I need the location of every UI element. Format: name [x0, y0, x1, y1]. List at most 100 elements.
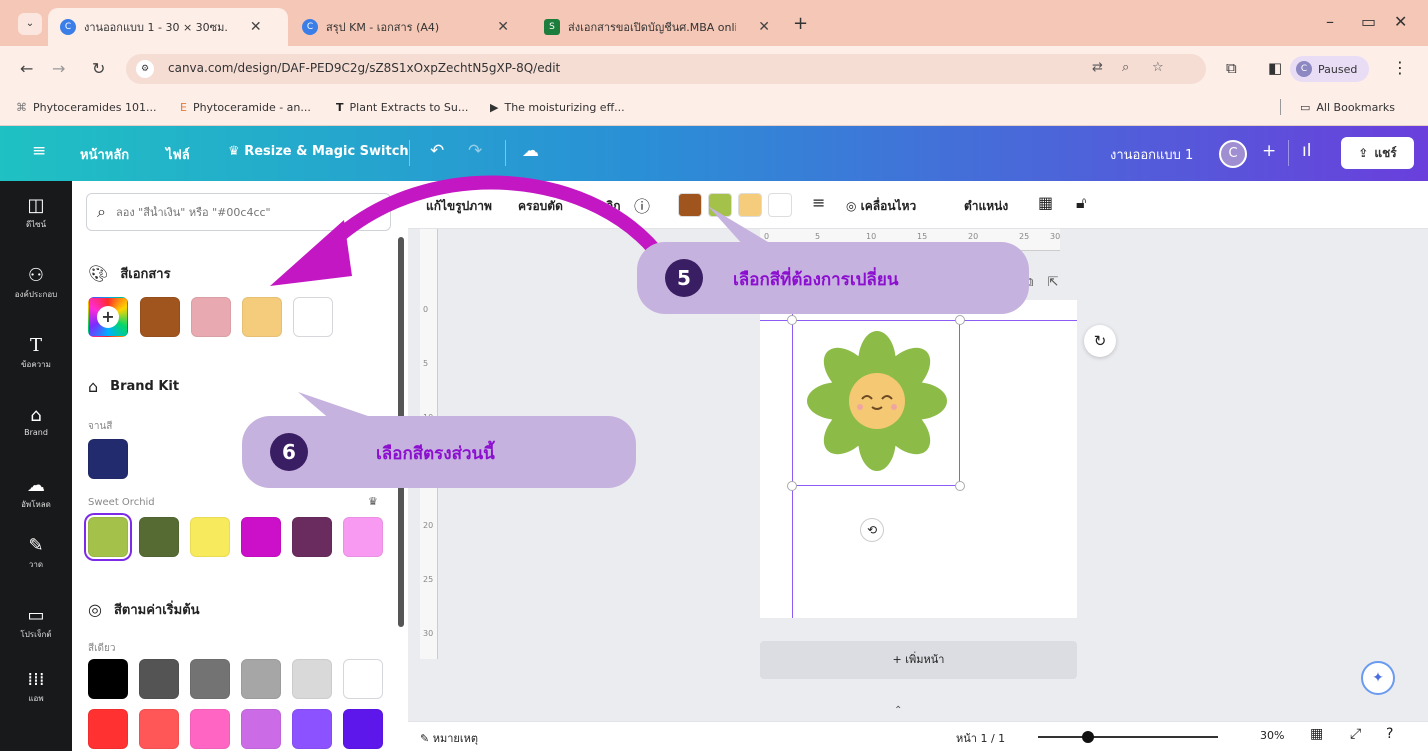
file-menu[interactable]: ไฟล์: [166, 144, 190, 165]
tab-design[interactable]: C งานออกแบบ 1 - 30 × 30ซม. ✕: [48, 8, 288, 46]
color-search-input[interactable]: [115, 205, 356, 219]
edit-image-button[interactable]: แก้ไขรูปภาพ: [426, 197, 492, 216]
resize-button[interactable]: ♛ Resize & Magic Switch: [228, 144, 409, 159]
color-swatch[interactable]: [241, 709, 281, 749]
share-button[interactable]: ⇪ แชร์: [1341, 137, 1414, 169]
rail-item-projects[interactable]: ▭ โปรเจ็กต์: [0, 605, 72, 641]
color-swatch[interactable]: [88, 709, 128, 749]
url-omnibox[interactable]: ⚙ canva.com/design/DAF-PED9C2g/sZ8S1xOxp…: [126, 54, 1206, 84]
notes-button[interactable]: ✎ หมายเหตุ: [420, 729, 478, 747]
color-swatch[interactable]: [191, 297, 231, 337]
close-tab-icon[interactable]: ✕: [250, 19, 262, 35]
toolbar-color-swatch[interactable]: [768, 193, 792, 217]
forward-arrow-icon[interactable]: →: [52, 59, 65, 78]
translate-icon[interactable]: ⇄: [1092, 60, 1103, 75]
rail-item-apps[interactable]: ⁞⁞⁞ แอพ: [0, 669, 72, 705]
grid-view-icon[interactable]: ▦: [1310, 726, 1323, 742]
insights-chart-icon[interactable]: ıl: [1302, 141, 1311, 161]
color-swatch[interactable]: [292, 517, 332, 557]
zoom-level[interactable]: 30%: [1260, 729, 1284, 742]
color-swatch[interactable]: [190, 709, 230, 749]
rail-item-design[interactable]: ◫ ดีไซน์: [0, 195, 72, 231]
color-swatch[interactable]: [88, 659, 128, 699]
color-swatch[interactable]: [292, 709, 332, 749]
color-search[interactable]: ⌕: [86, 193, 391, 231]
site-info-icon[interactable]: ⚙: [136, 60, 154, 78]
resize-handle[interactable]: [955, 315, 965, 325]
color-swatch[interactable]: [139, 659, 179, 699]
bookmark-item[interactable]: E Phytoceramide - an...: [180, 101, 311, 114]
user-avatar[interactable]: C: [1219, 140, 1247, 168]
add-page-button[interactable]: + เพิ่มหน้า: [760, 641, 1077, 679]
color-swatch[interactable]: [241, 659, 281, 699]
color-swatch[interactable]: [139, 517, 179, 557]
restore-icon[interactable]: ▭: [1361, 12, 1376, 31]
lock-icon[interactable]: 🔓︎: [1076, 193, 1086, 213]
color-swatch[interactable]: [190, 659, 230, 699]
star-bookmark-icon[interactable]: ☆: [1152, 60, 1164, 75]
flip-button[interactable]: พลิก: [598, 197, 621, 216]
color-swatch[interactable]: [242, 297, 282, 337]
close-tab-icon[interactable]: ✕: [758, 19, 770, 35]
window-close-icon[interactable]: ✕: [1394, 12, 1407, 31]
chevron-up-icon[interactable]: ⌃: [894, 705, 902, 716]
redo-icon[interactable]: ↷: [468, 141, 482, 161]
color-swatch[interactable]: [140, 297, 180, 337]
transparency-icon[interactable]: ▦: [1038, 193, 1053, 212]
selection-box[interactable]: [792, 320, 960, 486]
color-swatch[interactable]: [88, 439, 128, 479]
add-collaborator-icon[interactable]: +: [1262, 141, 1276, 161]
color-swatch[interactable]: [293, 297, 333, 337]
back-arrow-icon[interactable]: ←: [20, 59, 33, 78]
extensions-icon[interactable]: ⧉: [1226, 59, 1237, 77]
undo-icon[interactable]: ↶: [430, 141, 444, 161]
color-swatch[interactable]: [343, 659, 383, 699]
tab-km-summary[interactable]: C สรุป KM - เอกสาร (A4) ✕: [290, 8, 530, 46]
rail-item-uploads[interactable]: ☁ อัพโหลด: [0, 475, 72, 511]
color-swatch[interactable]: [343, 517, 383, 557]
design-title[interactable]: งานออกแบบ 1: [1110, 144, 1193, 165]
rotate-handle-icon[interactable]: ⟲: [860, 518, 884, 542]
browser-menu-icon[interactable]: ⋮: [1392, 58, 1408, 77]
color-swatch[interactable]: [190, 517, 230, 557]
add-color-button[interactable]: +: [88, 297, 128, 337]
zoom-slider-thumb[interactable]: [1082, 731, 1095, 743]
profile-button[interactable]: C Paused: [1290, 56, 1370, 82]
add-page-icon[interactable]: ⇱: [1047, 275, 1058, 290]
resize-handle[interactable]: [955, 481, 965, 491]
help-icon[interactable]: ?: [1386, 726, 1393, 742]
color-swatch[interactable]: [343, 709, 383, 749]
magic-comment-icon[interactable]: ↻: [1084, 325, 1116, 357]
rail-item-brand[interactable]: ⌂ Brand: [0, 405, 72, 437]
color-swatch[interactable]: [88, 517, 128, 557]
tab-search-button[interactable]: ⌄: [18, 13, 42, 35]
close-tab-icon[interactable]: ✕: [497, 19, 509, 35]
resize-handle[interactable]: [787, 481, 797, 491]
crop-button[interactable]: ครอบตัด: [518, 197, 563, 216]
rail-item-elements[interactable]: ⚇ องค์ประกอบ: [0, 265, 72, 301]
rail-item-text[interactable]: T ข้อความ: [0, 335, 72, 371]
line-weight-icon[interactable]: ≡: [812, 193, 825, 212]
bookmark-item[interactable]: T Plant Extracts to Su...: [336, 101, 468, 114]
minimize-icon[interactable]: –: [1326, 12, 1334, 31]
resize-handle[interactable]: [787, 315, 797, 325]
zoom-slider[interactable]: [1038, 731, 1218, 743]
page-indicator[interactable]: หน้า 1 / 1: [956, 729, 1005, 747]
color-swatch[interactable]: [139, 709, 179, 749]
fullscreen-icon[interactable]: ⤢: [1350, 726, 1361, 742]
bookmark-item[interactable]: ⌘ Phytoceramides 101...: [16, 101, 156, 114]
magic-assistant-icon[interactable]: ✦: [1361, 661, 1395, 695]
hamburger-menu-icon[interactable]: ≡: [32, 141, 46, 161]
animate-button[interactable]: ◎ เคลื่อนไหว: [846, 197, 916, 216]
cloud-saved-icon[interactable]: ☁: [522, 141, 539, 161]
url-text[interactable]: canva.com/design/DAF-PED9C2g/sZ8S1xOxpZe…: [168, 61, 560, 75]
color-swatch[interactable]: [241, 517, 281, 557]
home-button[interactable]: หน้าหลัก: [80, 144, 129, 165]
bookmark-item[interactable]: ▶ The moisturizing eff...: [490, 101, 625, 114]
zoom-icon[interactable]: ⌕: [1122, 60, 1129, 75]
rail-item-draw[interactable]: ✎ วาด: [0, 535, 72, 571]
tab-mba-docs[interactable]: S ส่งเอกสารขอเปิดบัญชีนศ.MBA online ✕: [532, 8, 782, 46]
color-swatch[interactable]: [292, 659, 332, 699]
reload-icon[interactable]: ↻: [92, 59, 105, 78]
position-button[interactable]: ตำแหน่ง: [964, 197, 1008, 216]
